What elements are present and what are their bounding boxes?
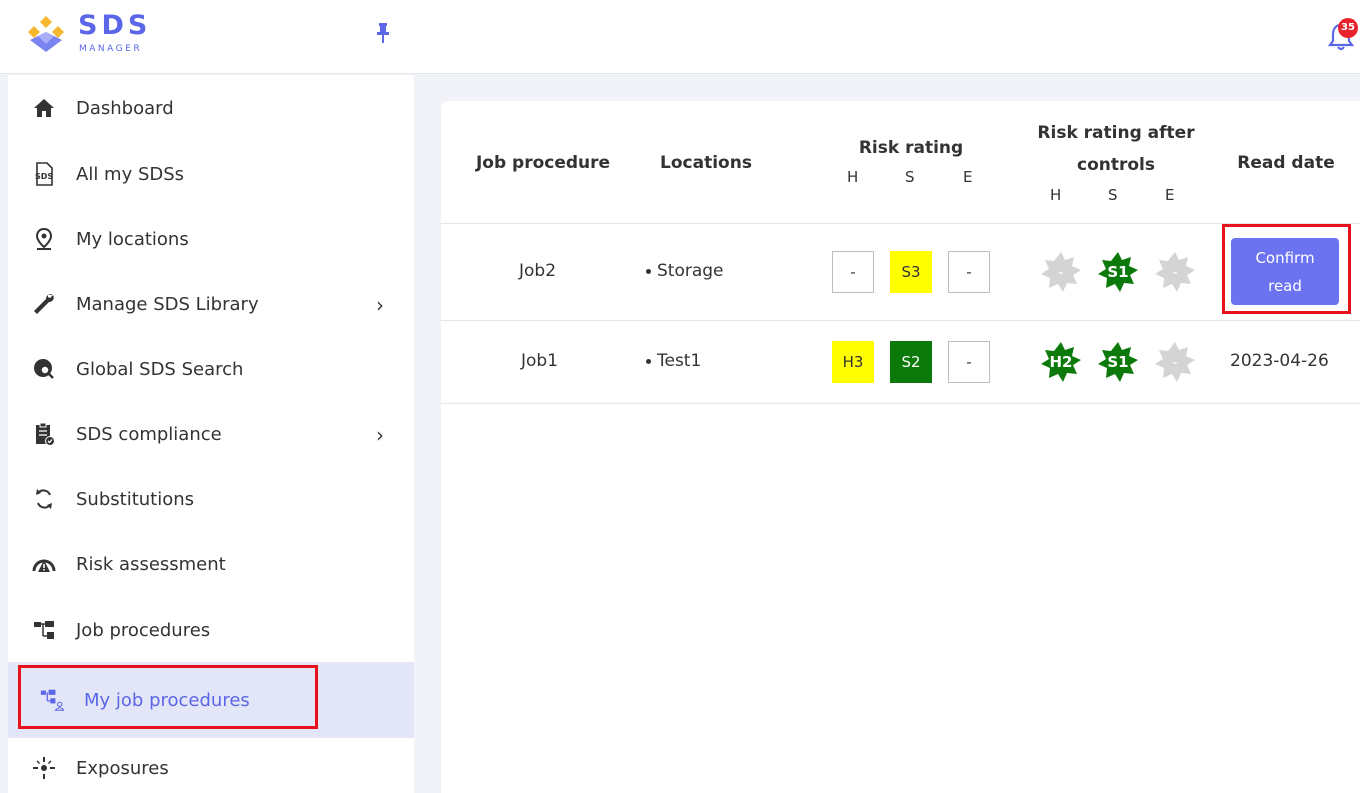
logo-text: SDS [78,10,152,41]
gauge-warning-icon [32,552,56,576]
header-risk-rating: Risk rating [858,138,964,158]
sidebar-item-label: Manage SDS Library [76,293,259,315]
row1-job[interactable]: Job2 [519,261,556,281]
row2-after-s-badge: S1 [1096,340,1140,384]
chevron-right-icon: › [376,423,384,447]
pin-icon[interactable] [375,22,391,44]
row2-after-e-badge: - [1153,340,1197,384]
row2-after-h-badge: H2 [1039,340,1083,384]
top-bar: SDS MANAGER 35 [0,0,1360,74]
header-risk-e: E [963,168,973,186]
sidebar-item-label: SDS compliance [76,423,222,445]
header-after-e: E [1165,186,1175,204]
row-divider [441,320,1360,321]
row1-risk-h: - [832,251,874,293]
row2-risk-s: S2 [890,341,932,383]
header-risk-s: S [905,168,915,186]
row-divider [441,403,1360,404]
row2-risk-e: - [948,341,990,383]
row1-after-e-badge: - [1153,250,1197,294]
home-icon [32,96,56,120]
clipboard-check-icon [32,422,56,446]
header-risk-after-line2: controls [1077,155,1155,175]
row1-after-s-badge: S1 [1096,250,1140,294]
sidebar-item-label: Job procedures [76,619,211,641]
row1-after-h-badge: - [1039,250,1083,294]
sidebar-item-manage-sds-library[interactable]: Manage SDS Library › [8,271,414,337]
refresh-arrows-icon [32,487,56,511]
location-pin-icon [32,227,56,251]
svg-text:SDS: SDS [35,172,53,181]
row2-job[interactable]: Job1 [521,351,558,371]
row2-location: Test1 [646,351,701,371]
header-job-procedure: Job procedure [475,153,611,173]
sidebar-item-label: My locations [76,228,189,250]
header-risk-h: H [847,168,859,186]
hierarchy-icon [32,618,56,642]
header-risk-after-line1: Risk rating after [1037,123,1195,143]
sidebar-item-my-locations[interactable]: My locations [8,206,414,272]
sidebar-item-sds-compliance[interactable]: SDS compliance › [8,401,414,467]
sidebar-item-job-procedures[interactable]: Job procedures [8,597,414,663]
header-after-h: H [1050,186,1062,204]
sidebar-item-label: Substitutions [76,488,195,510]
highlight-my-job-procedures [18,665,318,729]
logo-diamond-icon [28,16,64,52]
notifications-bell[interactable]: 35 [1328,18,1358,51]
notification-count-badge: 35 [1338,18,1358,38]
wrench-icon [32,292,56,316]
logo-subtext: MANAGER [79,44,143,54]
row2-read-date: 2023-04-26 [1230,351,1329,371]
sidebar-item-risk-assessment[interactable]: Risk assessment [8,531,414,597]
sidebar-item-label: Exposures [76,757,169,779]
row2-risk-h: H3 [832,341,874,383]
row1-risk-e: - [948,251,990,293]
exposure-icon [32,756,56,780]
sidebar-item-label: All my SDSs [76,163,185,185]
sidebar-item-label: Global SDS Search [76,358,244,380]
sidebar-item-label: Risk assessment [76,553,226,575]
sidebar-item-all-my-sdss[interactable]: SDS All my SDSs [8,141,414,207]
header-after-s: S [1108,186,1118,204]
header-read-date: Read date [1237,153,1335,173]
highlight-confirm-read [1222,224,1351,314]
sidebar-item-exposures[interactable]: Exposures [8,738,414,793]
job-procedures-table: Job procedure Locations Risk rating H S … [441,101,1360,793]
chevron-right-icon: › [376,293,384,317]
sidebar-item-dashboard[interactable]: Dashboard [8,75,414,141]
row1-location: Storage [646,261,724,281]
globe-search-icon [32,357,56,381]
sidebar-item-label: Dashboard [76,97,174,119]
sidebar-item-global-sds-search[interactable]: Global SDS Search [8,336,414,402]
sds-doc-icon: SDS [32,162,56,186]
sds-manager-logo[interactable]: SDS MANAGER [22,10,172,62]
header-locations: Locations [660,153,752,173]
row1-risk-s: S3 [890,251,932,293]
sidebar-item-substitutions[interactable]: Substitutions [8,466,414,532]
